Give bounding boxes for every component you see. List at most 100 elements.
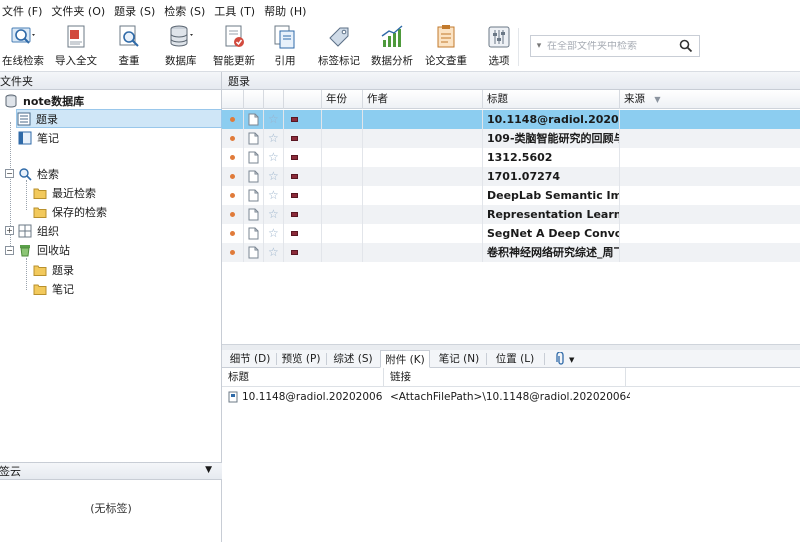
online-search-button[interactable]: 在线检索: [2, 24, 44, 68]
flag-cell: [284, 205, 322, 224]
author-cell: [363, 110, 483, 129]
search-input[interactable]: [547, 40, 677, 52]
document-icon: [248, 189, 259, 202]
col-year[interactable]: 年份: [322, 90, 363, 109]
status-dot-icon: [230, 174, 235, 179]
tree-item-label: 回收站: [37, 243, 70, 257]
star-icon[interactable]: ☆: [268, 169, 279, 183]
cite-button[interactable]: 引用: [272, 24, 298, 68]
author-cell: [363, 243, 483, 262]
search-icon[interactable]: [679, 39, 693, 53]
star-icon[interactable]: ☆: [268, 150, 279, 164]
organize-icon: [18, 224, 32, 237]
menu-records[interactable]: 题录 (S): [114, 3, 164, 19]
paperclip-menu[interactable]: ▼: [552, 350, 578, 368]
col-status[interactable]: [222, 90, 244, 109]
flag-cell: [284, 186, 322, 205]
folder-icon: [33, 188, 47, 199]
col-flag[interactable]: [284, 90, 322, 109]
table-row[interactable]: ☆ 1701.07274: [222, 167, 800, 186]
att-col-title[interactable]: 标题: [222, 368, 384, 387]
year-cell: [322, 148, 363, 167]
import-fulltext-button[interactable]: 导入全文: [55, 24, 97, 68]
star-cell[interactable]: ☆: [264, 129, 284, 148]
tree-item-recycle-notes[interactable]: 笔记: [33, 279, 74, 298]
database-button[interactable]: 数据库: [165, 24, 197, 68]
search-filter-dropdown[interactable]: ▾: [531, 41, 547, 51]
tag-icon: [329, 27, 349, 47]
tree-item-recent-search[interactable]: 最近检索: [33, 183, 96, 202]
menu-folder[interactable]: 文件夹 (O): [51, 3, 114, 19]
file-icon: [228, 391, 238, 403]
star-icon[interactable]: ☆: [268, 226, 279, 240]
table-row[interactable]: ☆ Representation Learning: [222, 205, 800, 224]
tag-cloud-empty: (无标签): [90, 502, 132, 515]
data-analysis-label: 数据分析: [371, 55, 413, 67]
table-row[interactable]: ☆ DeepLab Semantic Image Segmentation: [222, 186, 800, 205]
star-cell[interactable]: ☆: [264, 186, 284, 205]
tree-item-label: 笔记: [37, 131, 59, 145]
tree-item-search[interactable]: 检索: [18, 164, 59, 183]
tab-preview[interactable]: 预览 (P): [278, 350, 324, 368]
star-cell[interactable]: ☆: [264, 205, 284, 224]
star-icon[interactable]: ☆: [268, 245, 279, 259]
table-row[interactable]: ☆ 卷积神经网络研究综述_周飞燕: [222, 243, 800, 262]
tree-item-organize[interactable]: 组织: [18, 221, 59, 240]
tree-item-database[interactable]: note数据库: [4, 91, 84, 110]
smart-update-button[interactable]: 智能更新: [213, 24, 255, 68]
star-cell[interactable]: ☆: [264, 148, 284, 167]
menu-tools[interactable]: 工具 (T): [214, 3, 264, 19]
collapse-toggle[interactable]: −: [5, 169, 14, 178]
document-icon: [248, 208, 259, 221]
chevron-down-icon[interactable]: ▼: [205, 465, 212, 475]
options-button[interactable]: 选项: [486, 24, 512, 68]
star-cell[interactable]: ☆: [264, 243, 284, 262]
star-cell[interactable]: ☆: [264, 110, 284, 129]
collapse-toggle[interactable]: −: [5, 246, 14, 255]
tree-item-recycle-bin[interactable]: 回收站: [18, 240, 70, 259]
title-cell: 1312.5602: [483, 148, 620, 167]
tab-attachments[interactable]: 附件 (K): [380, 350, 430, 368]
tab-details[interactable]: 细节 (D): [226, 350, 274, 368]
tag-button[interactable]: 标签标记: [318, 24, 360, 68]
document-icon: [248, 151, 259, 164]
table-row[interactable]: ☆ 10.1148@radiol.2020200642: [222, 110, 800, 129]
menu-file[interactable]: 文件 (F): [2, 3, 51, 19]
col-title[interactable]: 标题: [483, 90, 620, 109]
star-icon[interactable]: ☆: [268, 131, 279, 145]
duplicate-check-button[interactable]: 查重: [116, 24, 142, 68]
col-author[interactable]: 作者: [363, 90, 483, 109]
star-icon[interactable]: ☆: [268, 112, 279, 126]
tree-item-saved-search[interactable]: 保存的检索: [33, 202, 107, 221]
year-cell: [322, 224, 363, 243]
expand-toggle[interactable]: +: [5, 226, 14, 235]
tree-item-notes[interactable]: 笔记: [18, 128, 59, 147]
tree-item-records[interactable]: 题录: [16, 109, 222, 128]
col-star[interactable]: [264, 90, 284, 109]
table-row[interactable]: ☆ 109-类脑智能研究的回顾与展望: [222, 129, 800, 148]
type-cell: [244, 148, 264, 167]
status-dot-icon: [230, 212, 235, 217]
tree-item-recycle-records[interactable]: 题录: [33, 260, 74, 279]
attachment-row[interactable]: 10.1148@radiol.2020200642 <AttachFilePat…: [222, 388, 800, 406]
star-cell[interactable]: ☆: [264, 167, 284, 186]
star-icon[interactable]: ☆: [268, 188, 279, 202]
tab-summary[interactable]: 综述 (S): [328, 350, 378, 368]
star-cell[interactable]: ☆: [264, 224, 284, 243]
star-icon[interactable]: ☆: [268, 207, 279, 221]
document-icon: [248, 227, 259, 240]
tab-location[interactable]: 位置 (L): [488, 350, 542, 368]
tab-notes[interactable]: 笔记 (N): [434, 350, 484, 368]
col-type[interactable]: [244, 90, 264, 109]
menu-search[interactable]: 检索 (S): [164, 3, 214, 19]
data-analysis-button[interactable]: 数据分析: [371, 24, 413, 68]
col-source[interactable]: 来源 ▼: [620, 90, 800, 109]
attachments-table-header: 标题 链接: [222, 368, 800, 387]
tab-separator: [544, 353, 545, 365]
table-row[interactable]: ☆ 1312.5602: [222, 148, 800, 167]
table-row[interactable]: ☆ SegNet A Deep Convolutional: [222, 224, 800, 243]
menu-help[interactable]: 帮助 (H): [264, 3, 315, 19]
att-col-link[interactable]: 链接: [384, 368, 626, 387]
database-icon: [170, 25, 193, 47]
paper-check-button[interactable]: 论文查重: [425, 24, 467, 68]
